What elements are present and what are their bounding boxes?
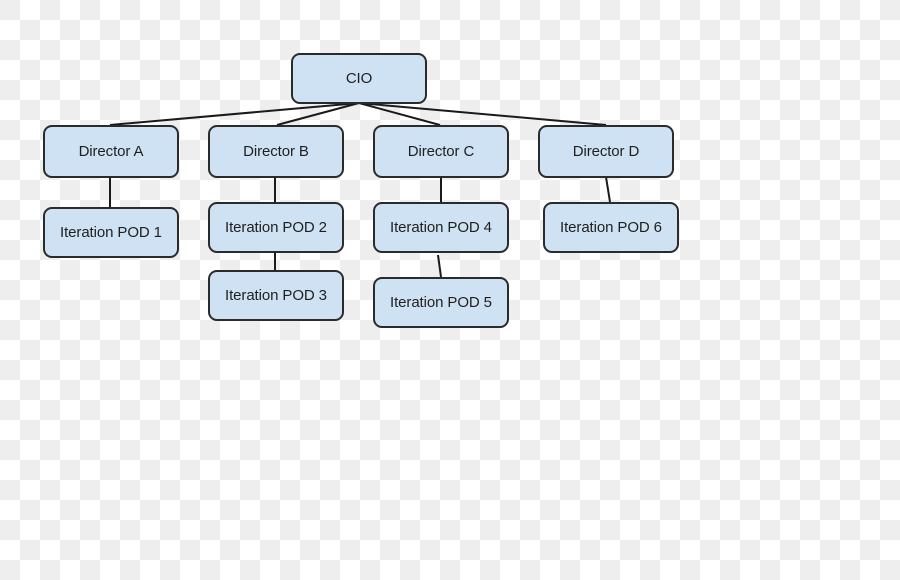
node-iteration-pod-3[interactable]: Iteration POD 3 xyxy=(208,270,344,321)
node-cio[interactable]: CIO xyxy=(291,53,427,104)
node-iteration-pod-5[interactable]: Iteration POD 5 xyxy=(373,277,509,328)
node-director-d[interactable]: Director D xyxy=(538,125,674,178)
connector-dirD-pod6 xyxy=(605,176,611,203)
node-label: Director C xyxy=(407,143,475,160)
node-label: Director B xyxy=(243,143,309,160)
node-iteration-pod-2[interactable]: Iteration POD 2 xyxy=(208,202,344,253)
node-label: Iteration POD 2 xyxy=(225,219,327,236)
node-label: Iteration POD 1 xyxy=(60,224,162,241)
node-label: Director D xyxy=(572,143,640,160)
node-label: Director A xyxy=(78,143,144,160)
node-director-c[interactable]: Director C xyxy=(373,125,509,178)
node-label: Iteration POD 4 xyxy=(390,219,492,236)
node-director-b[interactable]: Director B xyxy=(208,125,344,178)
node-iteration-pod-6[interactable]: Iteration POD 6 xyxy=(543,202,679,253)
connector-pod4-pod5 xyxy=(437,254,442,278)
node-label: CIO xyxy=(345,70,373,87)
node-label: Iteration POD 3 xyxy=(225,287,327,304)
node-director-a[interactable]: Director A xyxy=(43,125,179,178)
node-label: Iteration POD 5 xyxy=(390,294,492,311)
node-label: Iteration POD 6 xyxy=(560,219,662,236)
node-iteration-pod-4[interactable]: Iteration POD 4 xyxy=(373,202,509,253)
node-iteration-pod-1[interactable]: Iteration POD 1 xyxy=(43,207,179,258)
